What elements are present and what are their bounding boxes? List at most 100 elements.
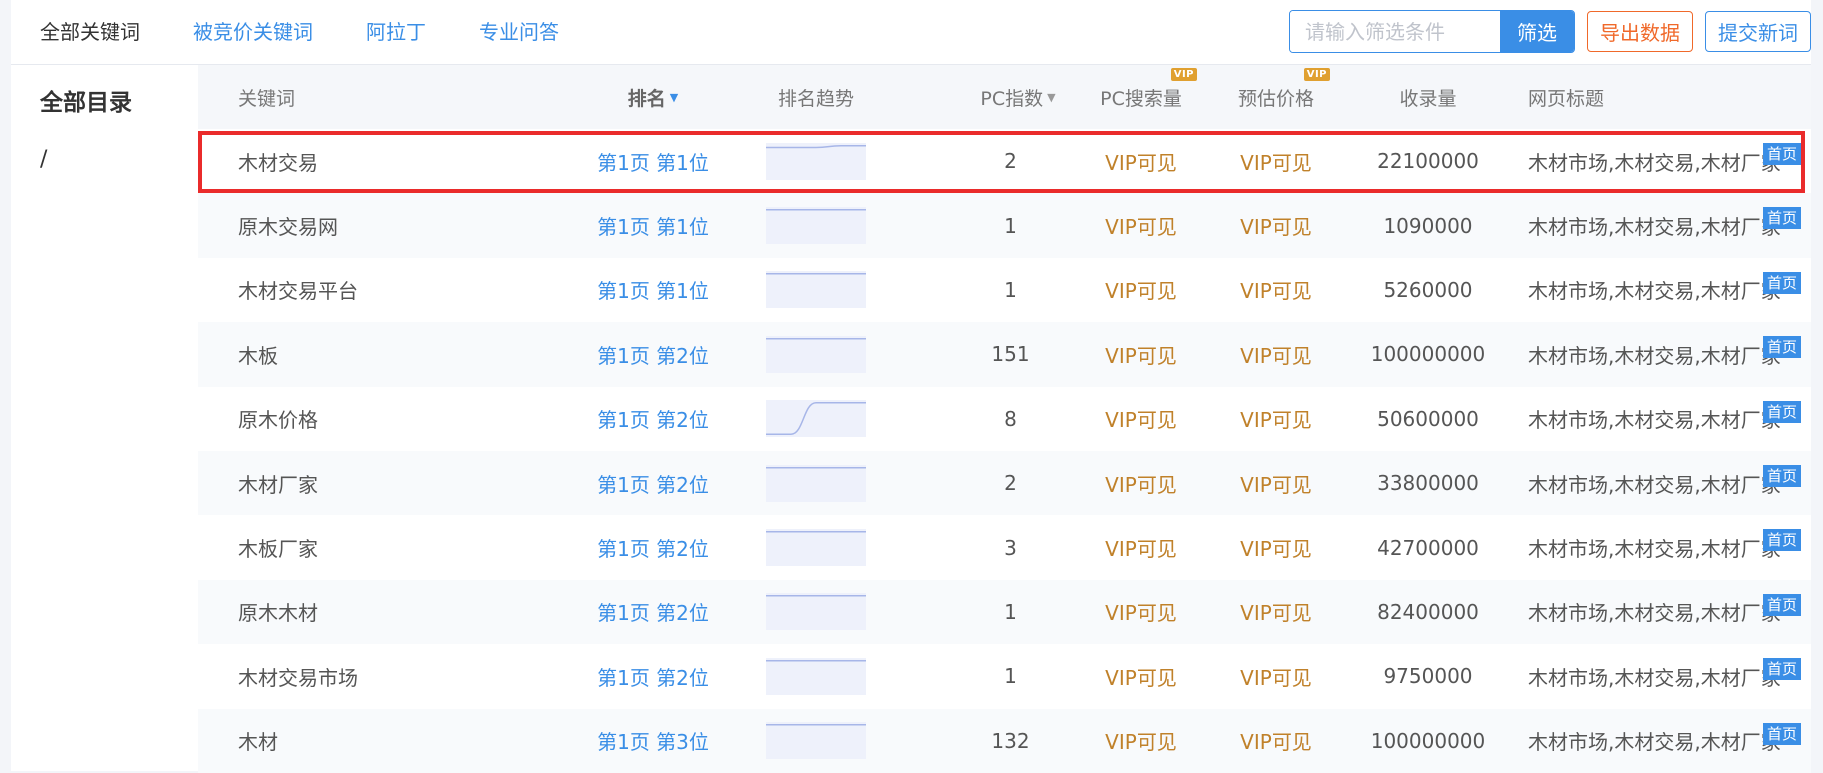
keyword-tabs: 全部关键词 被竞价关键词 阿拉丁 专业问答 bbox=[40, 0, 612, 60]
pc-volume-cell[interactable]: VIP可见 bbox=[1081, 322, 1201, 386]
homepage-badge[interactable]: 首页 bbox=[1762, 658, 1801, 681]
pc-volume-cell[interactable]: VIP可见 bbox=[1081, 644, 1201, 708]
tab-bidding-keywords[interactable]: 被竞价关键词 bbox=[193, 16, 313, 45]
indexed-count-cell: 100000000 bbox=[1370, 728, 1486, 753]
rank-link[interactable]: 第1页 第2位 bbox=[588, 515, 718, 579]
page-title-text[interactable]: 木材市场,木材交易,木材厂家- bbox=[1528, 340, 1788, 369]
col-pc-index[interactable]: PC指数 ▼ bbox=[968, 65, 1068, 129]
page-title-text[interactable]: 木材市场,木材交易,木材厂家- bbox=[1528, 533, 1788, 562]
col-rank-label: 排名 bbox=[627, 87, 666, 110]
price-cell[interactable]: VIP可见 bbox=[1216, 387, 1336, 451]
page-title-text[interactable]: 木材市场,木材交易,木材厂家- bbox=[1528, 597, 1788, 626]
homepage-badge[interactable]: 首页 bbox=[1762, 143, 1801, 165]
trend-chart bbox=[766, 207, 866, 245]
page-title-text[interactable]: 木材市场,木材交易,木材厂家- bbox=[1528, 469, 1788, 498]
page-title-text[interactable]: 木材市场,木材交易,木材厂家- bbox=[1528, 211, 1788, 240]
pc-volume-cell[interactable]: VIP可见 bbox=[1081, 387, 1201, 451]
keyword-cell: 木材 bbox=[238, 730, 278, 755]
indexed-count-cell: 100000000 bbox=[1370, 342, 1486, 367]
pc-index-cell: 132 bbox=[991, 728, 1030, 753]
col-pc-index-label: PC指数 bbox=[980, 87, 1044, 110]
rank-link[interactable]: 第1页 第1位 bbox=[588, 129, 718, 193]
trend-chart bbox=[766, 529, 866, 567]
pc-index-cell: 1 bbox=[1004, 277, 1017, 302]
page-title-text[interactable]: 木材市场,木材交易,木材厂家- bbox=[1528, 662, 1788, 691]
homepage-badge[interactable]: 首页 bbox=[1762, 529, 1801, 552]
pc-index-cell: 3 bbox=[1004, 535, 1017, 560]
pc-volume-cell[interactable]: VIP可见 bbox=[1081, 515, 1201, 579]
tab-professional-qa[interactable]: 专业问答 bbox=[479, 16, 559, 45]
price-cell[interactable]: VIP可见 bbox=[1216, 580, 1336, 644]
indexed-count-cell: 5260000 bbox=[1383, 277, 1473, 302]
homepage-badge[interactable]: 首页 bbox=[1762, 464, 1801, 487]
sidebar-item-root[interactable]: / bbox=[40, 147, 47, 172]
pc-volume-cell[interactable]: VIP可见 bbox=[1081, 258, 1201, 322]
page-title-cell: 木材市场,木材交易,木材厂家- 首页 bbox=[1528, 387, 1811, 451]
table-row: 原木木材 第1页 第2位 1 VIP可见 VIP可见 82400000 木材市场,木材交易,… bbox=[198, 579, 1811, 645]
sidebar-title: 全部目录 bbox=[40, 90, 132, 116]
keyword-cell: 木材交易市场 bbox=[238, 665, 358, 690]
table-row: 木材交易 第1页 第1位 2 VIP可见 VIP可见 22100000 木材市场,木材交易,… bbox=[198, 129, 1811, 193]
page-title-text[interactable]: 木材市场,木材交易,木材厂家- bbox=[1528, 147, 1788, 176]
col-title: 网页标题 bbox=[1528, 87, 1605, 110]
page-title-cell: 木材市场,木材交易,木材厂家- 首页 bbox=[1528, 451, 1811, 515]
price-cell[interactable]: VIP可见 bbox=[1216, 644, 1336, 708]
page-title-cell: 木材市场,木材交易,木材厂家- 首页 bbox=[1528, 258, 1811, 322]
pc-volume-cell[interactable]: VIP可见 bbox=[1081, 451, 1201, 515]
page-title-text[interactable]: 木材市场,木材交易,木材厂家- bbox=[1528, 275, 1788, 304]
col-pc-volume: PC搜索量 VIP bbox=[1081, 65, 1201, 129]
filter-input[interactable] bbox=[1290, 11, 1500, 52]
filter-search: 筛选 bbox=[1289, 10, 1575, 53]
submit-new-word-button[interactable]: 提交新词 bbox=[1705, 11, 1811, 52]
trend-background bbox=[766, 142, 866, 180]
pc-volume-cell[interactable]: VIP可见 bbox=[1081, 193, 1201, 257]
pc-index-cell: 8 bbox=[1004, 406, 1017, 431]
price-cell[interactable]: VIP可见 bbox=[1216, 258, 1336, 322]
price-cell[interactable]: VIP可见 bbox=[1216, 709, 1336, 773]
indexed-count-cell: 9750000 bbox=[1383, 664, 1473, 689]
indexed-count-cell: 33800000 bbox=[1377, 471, 1479, 496]
trend-background bbox=[766, 722, 866, 760]
pc-volume-cell[interactable]: VIP可见 bbox=[1081, 129, 1201, 193]
rank-link[interactable]: 第1页 第2位 bbox=[588, 580, 718, 644]
filter-button[interactable]: 筛选 bbox=[1500, 11, 1574, 52]
rank-link[interactable]: 第1页 第3位 bbox=[588, 709, 718, 773]
tab-aladdin[interactable]: 阿拉丁 bbox=[366, 16, 426, 45]
homepage-badge[interactable]: 首页 bbox=[1762, 722, 1801, 745]
col-rank[interactable]: 排名 ▼ bbox=[588, 65, 718, 129]
price-cell[interactable]: VIP可见 bbox=[1216, 451, 1336, 515]
trend-background bbox=[766, 593, 866, 631]
page-title-text[interactable]: 木材市场,木材交易,木材厂家- bbox=[1528, 404, 1788, 433]
homepage-badge[interactable]: 首页 bbox=[1762, 336, 1801, 359]
sort-caret-icon: ▼ bbox=[669, 90, 679, 104]
rank-link[interactable]: 第1页 第2位 bbox=[588, 322, 718, 386]
col-price-label: 预估价格 bbox=[1237, 87, 1314, 110]
tab-all-keywords[interactable]: 全部关键词 bbox=[40, 16, 140, 45]
homepage-badge[interactable]: 首页 bbox=[1762, 400, 1801, 423]
keyword-cell: 木材厂家 bbox=[238, 472, 318, 497]
pc-index-cell: 1 bbox=[1004, 213, 1017, 238]
pc-index-cell: 151 bbox=[991, 342, 1030, 367]
rank-link[interactable]: 第1页 第1位 bbox=[588, 193, 718, 257]
trend-background bbox=[766, 529, 866, 567]
rank-link[interactable]: 第1页 第1位 bbox=[588, 258, 718, 322]
pc-volume-cell[interactable]: VIP可见 bbox=[1081, 709, 1201, 773]
price-cell[interactable]: VIP可见 bbox=[1216, 193, 1336, 257]
price-cell[interactable]: VIP可见 bbox=[1216, 129, 1336, 193]
homepage-badge[interactable]: 首页 bbox=[1762, 207, 1801, 230]
homepage-badge[interactable]: 首页 bbox=[1762, 593, 1801, 616]
export-data-button[interactable]: 导出数据 bbox=[1587, 11, 1693, 52]
rank-link[interactable]: 第1页 第2位 bbox=[588, 451, 718, 515]
rank-link[interactable]: 第1页 第2位 bbox=[588, 644, 718, 708]
page-title-text[interactable]: 木材市场,木材交易,木材厂家- bbox=[1528, 726, 1788, 755]
table-row: 木材厂家 第1页 第2位 2 VIP可见 VIP可见 33800000 木材市场,木材交易,… bbox=[198, 450, 1811, 516]
vip-badge-icon: VIP bbox=[1303, 68, 1330, 81]
pc-volume-cell[interactable]: VIP可见 bbox=[1081, 580, 1201, 644]
trend-background bbox=[766, 464, 866, 502]
price-cell[interactable]: VIP可见 bbox=[1216, 515, 1336, 579]
rank-link[interactable]: 第1页 第2位 bbox=[588, 387, 718, 451]
trend-background bbox=[766, 207, 866, 245]
price-cell[interactable]: VIP可见 bbox=[1216, 322, 1336, 386]
trend-chart bbox=[766, 593, 866, 631]
homepage-badge[interactable]: 首页 bbox=[1762, 271, 1801, 294]
